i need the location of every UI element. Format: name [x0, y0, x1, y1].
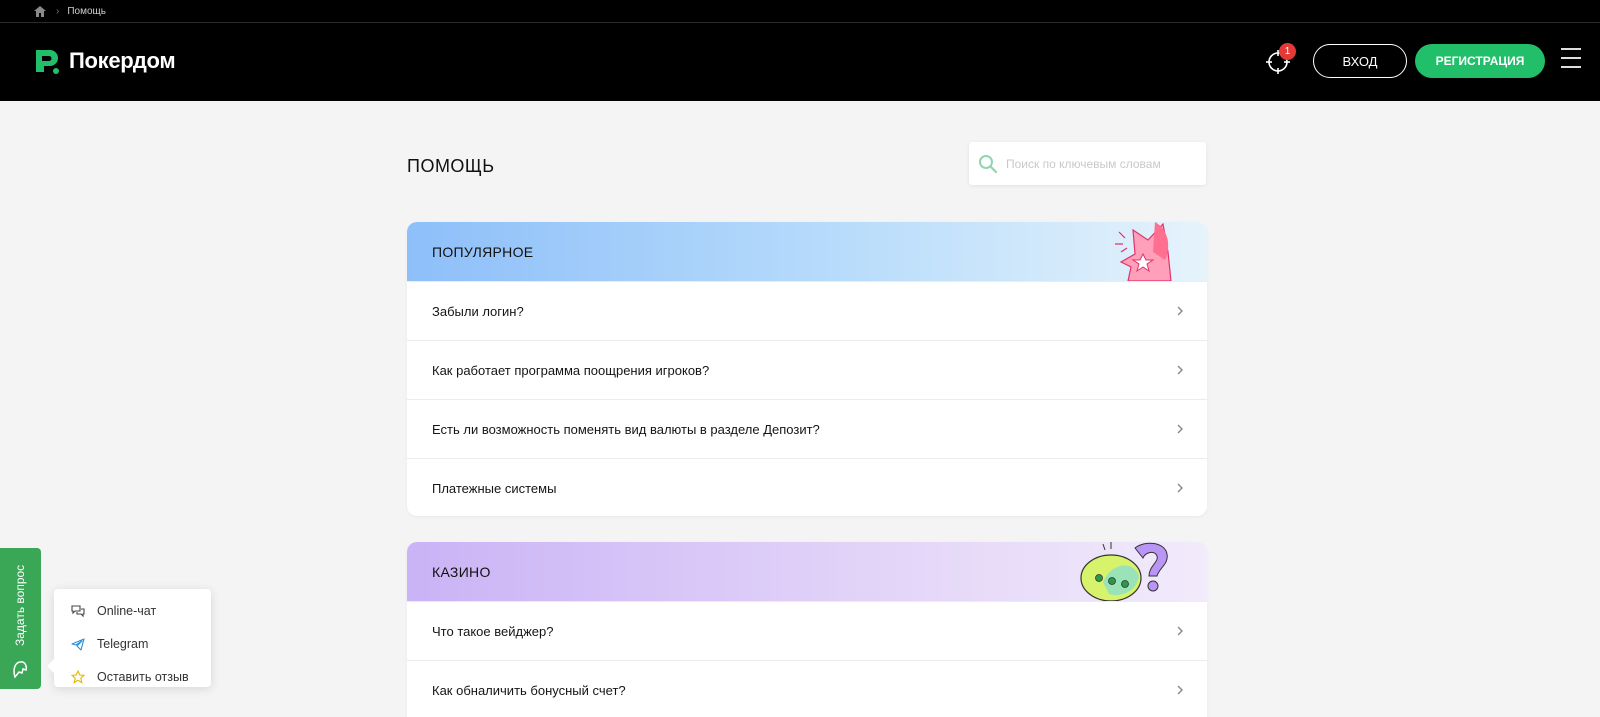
search-box[interactable]	[969, 142, 1206, 185]
telegram-label: Telegram	[97, 636, 149, 651]
faq-item[interactable]: Как работает программа поощрения игроков…	[407, 340, 1207, 399]
faq-item[interactable]: Как обналичить бонусный счет?	[407, 660, 1207, 717]
chevron-right-icon	[1177, 483, 1183, 493]
search-icon	[979, 154, 998, 173]
faq-item-label: Как работает программа поощрения игроков…	[432, 362, 710, 378]
page-title: ПОМОЩЬ	[407, 156, 495, 176]
faq-item-label: Платежные системы	[432, 480, 557, 496]
faq-item-label: Что такое вейджер?	[432, 623, 554, 639]
logo-icon	[36, 50, 59, 74]
faq-item-label: Как обналичить бонусный счет?	[432, 682, 626, 698]
chevron-right-icon	[1177, 365, 1183, 375]
search-input[interactable]	[1006, 156, 1196, 171]
faq-item[interactable]: Платежные системы	[407, 458, 1207, 516]
section-title: КАЗИНО	[432, 563, 491, 580]
online-chat-label: Online-чат	[97, 603, 157, 618]
section-popular: ПОПУЛЯРНОЕ Забыли логин? Как работает пр…	[407, 222, 1207, 516]
ask-question-label: Задать вопрос	[13, 564, 27, 646]
section-casino: КАЗИНО Что такое вейджер? Как обналичить…	[407, 542, 1207, 717]
menu-icon[interactable]	[1561, 48, 1581, 70]
leave-review-label: Оставить отзыв	[97, 669, 189, 684]
register-button[interactable]: РЕГИСТРАЦИЯ	[1415, 44, 1545, 78]
faq-item-label: Есть ли возможность поменять вид валюты …	[432, 421, 820, 437]
brand-name: Покердом	[69, 48, 176, 73]
breadcrumb-current: Помощь	[67, 5, 106, 17]
home-icon[interactable]	[34, 5, 46, 17]
login-button[interactable]: ВХОД	[1313, 44, 1407, 78]
site-header: Покердом 1 ВХОД РЕГИСТРАЦИЯ	[0, 23, 1600, 101]
leave-review-option[interactable]: Оставить отзыв	[54, 660, 211, 693]
chevron-right-icon	[1177, 685, 1183, 695]
faq-item[interactable]: Есть ли возможность поменять вид валюты …	[407, 399, 1207, 458]
telegram-icon	[71, 637, 85, 651]
star-icon	[71, 669, 85, 684]
support-agent-icon	[13, 661, 27, 679]
chat-icon	[71, 604, 85, 617]
breadcrumb: › Помощь	[0, 0, 1600, 23]
faq-item-label: Забыли логин?	[432, 303, 524, 319]
chevron-right-icon	[1177, 424, 1183, 434]
online-chat-option[interactable]: Online-чат	[54, 594, 211, 627]
telegram-option[interactable]: Telegram	[54, 627, 211, 660]
faq-item[interactable]: Забыли логин?	[407, 281, 1207, 340]
faq-item[interactable]: Что такое вейджер?	[407, 601, 1207, 660]
section-header-casino: КАЗИНО	[407, 542, 1207, 601]
logo[interactable]: Покердом	[33, 47, 176, 75]
star-rocket-illustration	[1115, 222, 1172, 281]
section-title: ПОПУЛЯРНОЕ	[432, 243, 534, 260]
breadcrumb-separator: ›	[56, 5, 60, 17]
support-popup: Online-чат Telegram Оставить отзыв	[47, 589, 211, 687]
chevron-right-icon	[1177, 306, 1183, 316]
notification-badge: 1	[1279, 43, 1296, 60]
section-header-popular: ПОПУЛЯРНОЕ	[407, 222, 1207, 281]
chevron-right-icon	[1177, 626, 1183, 636]
ask-question-tab[interactable]: Задать вопрос	[0, 548, 41, 689]
question-chat-illustration	[1080, 542, 1168, 601]
